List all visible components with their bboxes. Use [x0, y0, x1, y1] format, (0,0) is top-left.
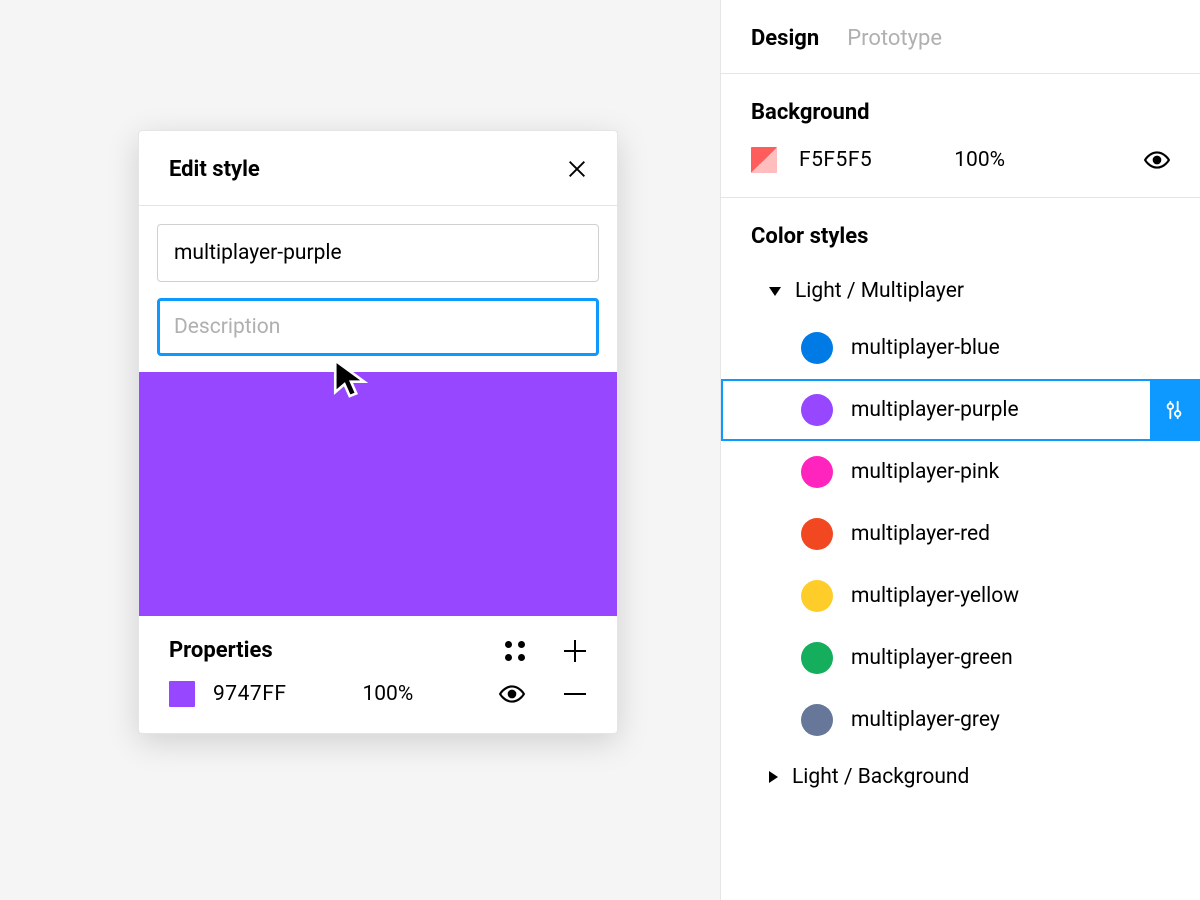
remove-property-button[interactable]: [563, 682, 587, 706]
grid-icon: [505, 641, 525, 661]
style-options-button[interactable]: [503, 639, 527, 663]
property-opacity[interactable]: 100%: [362, 682, 413, 706]
adjust-style-button[interactable]: [1150, 381, 1198, 439]
chevron-down-icon: [769, 287, 781, 296]
background-section: Background F5F5F5 100%: [721, 74, 1200, 198]
style-group-header[interactable]: Light / Multiplayer: [751, 265, 1170, 317]
plus-icon: [564, 640, 586, 662]
color-preview[interactable]: [139, 372, 617, 616]
properties-heading: Properties: [169, 638, 273, 663]
color-style-item[interactable]: multiplayer-pink: [721, 441, 1200, 503]
style-group-header[interactable]: Light / Background: [751, 751, 1170, 803]
color-swatch: [801, 642, 833, 674]
color-swatch: [801, 580, 833, 612]
color-styles-heading: Color styles: [751, 224, 1170, 249]
color-style-item[interactable]: multiplayer-green: [721, 627, 1200, 689]
modal-header: Edit style: [139, 131, 617, 206]
tab-design[interactable]: Design: [751, 26, 819, 51]
background-row[interactable]: F5F5F5 100%: [751, 147, 1170, 173]
color-style-item[interactable]: multiplayer-purple: [721, 379, 1200, 441]
color-style-label: multiplayer-pink: [851, 460, 999, 484]
color-swatch: [801, 394, 833, 426]
color-style-item[interactable]: multiplayer-grey: [721, 689, 1200, 751]
style-group-name: Light / Background: [792, 765, 969, 789]
color-style-item[interactable]: multiplayer-red: [721, 503, 1200, 565]
color-style-label: multiplayer-red: [851, 522, 990, 546]
color-property-row[interactable]: 9747FF 100%: [169, 681, 587, 707]
eye-icon[interactable]: [499, 681, 525, 707]
modal-body: [139, 206, 617, 616]
eye-icon[interactable]: [1144, 147, 1170, 173]
panel-tabs: Design Prototype: [721, 0, 1200, 74]
color-swatch: [801, 518, 833, 550]
color-style-label: multiplayer-yellow: [851, 584, 1019, 608]
color-style-label: multiplayer-green: [851, 646, 1013, 670]
color-style-label: multiplayer-purple: [851, 398, 1019, 422]
background-swatch[interactable]: [751, 147, 777, 173]
tab-prototype[interactable]: Prototype: [847, 26, 942, 51]
minus-icon: [564, 693, 586, 695]
chevron-right-icon: [769, 771, 778, 783]
background-opacity[interactable]: 100%: [954, 148, 1005, 172]
color-styles-section: Color styles Light / Multiplayer multipl…: [721, 198, 1200, 827]
style-list: multiplayer-blue multiplayer-purple mult…: [751, 317, 1170, 751]
style-description-input[interactable]: [157, 298, 599, 356]
background-hex[interactable]: F5F5F5: [799, 148, 872, 172]
property-hex[interactable]: 9747FF: [213, 682, 286, 706]
edit-style-modal: Edit style Properties 9747FF 100%: [138, 130, 618, 734]
color-style-label: multiplayer-grey: [851, 708, 1000, 732]
color-swatch: [801, 704, 833, 736]
modal-title: Edit style: [169, 157, 260, 182]
color-swatch: [801, 332, 833, 364]
color-style-item[interactable]: multiplayer-blue: [721, 317, 1200, 379]
style-group-name: Light / Multiplayer: [795, 279, 964, 303]
color-swatch: [801, 456, 833, 488]
background-heading: Background: [751, 100, 1170, 125]
properties-section: Properties 9747FF 100%: [139, 616, 617, 733]
style-name-input[interactable]: [157, 224, 599, 282]
property-swatch[interactable]: [169, 681, 195, 707]
add-property-button[interactable]: [563, 639, 587, 663]
color-style-item[interactable]: multiplayer-yellow: [721, 565, 1200, 627]
properties-header: Properties: [169, 638, 587, 663]
close-button[interactable]: [563, 155, 591, 183]
design-panel: Design Prototype Background F5F5F5 100% …: [720, 0, 1200, 900]
color-style-label: multiplayer-blue: [851, 336, 1000, 360]
